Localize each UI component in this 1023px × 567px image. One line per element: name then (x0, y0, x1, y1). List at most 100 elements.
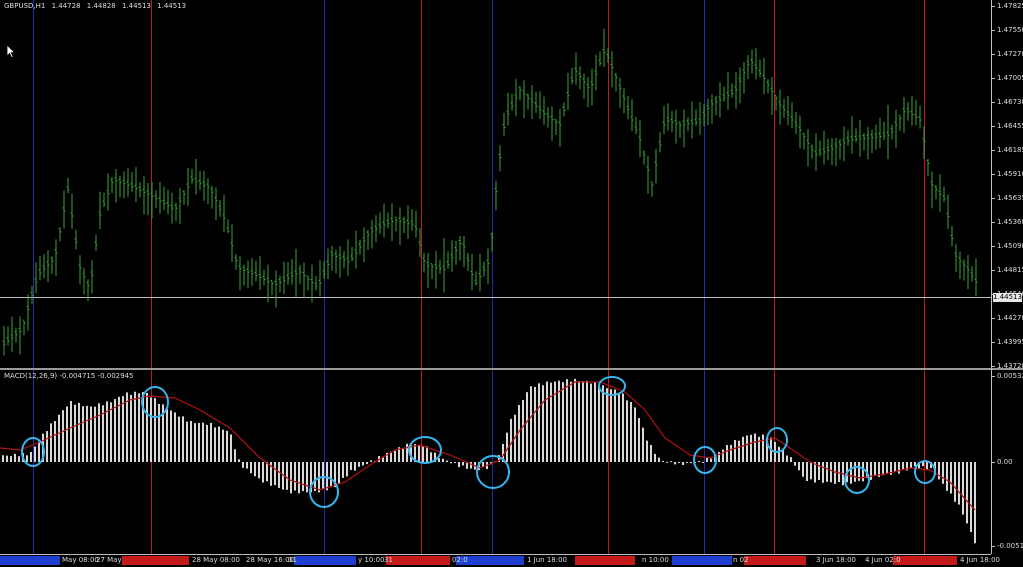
price-bar (878, 117, 882, 149)
price-bar (50, 256, 54, 275)
macd-histogram-bar (166, 408, 168, 462)
price-chart-pane[interactable]: GBPUSD,H1 1.44728 1.44828 1.44513 1.4451… (0, 0, 991, 368)
macd-histogram-bar (746, 435, 748, 462)
macd-histogram-bar (350, 462, 352, 471)
price-bar (738, 67, 742, 104)
price-bar (214, 187, 218, 220)
macd-tick-label: 0.00532 (992, 372, 1023, 381)
price-bar (346, 239, 350, 277)
price-tick-label: 1.47550 (992, 26, 1023, 35)
macd-histogram-bar (526, 392, 528, 462)
price-bar (410, 208, 414, 231)
price-bar (250, 258, 254, 287)
macd-histogram-bar (50, 423, 52, 462)
price-bar (238, 256, 242, 291)
price-bar (822, 130, 826, 165)
macd-histogram-bar (110, 402, 112, 462)
macd-histogram-bar (118, 396, 120, 462)
macd-histogram-bar (90, 406, 92, 462)
price-bar (170, 192, 174, 224)
macd-indicator-pane[interactable]: MACD(12,26,9) -0.004715 -0.002945 (0, 370, 991, 554)
price-bar (694, 109, 698, 126)
time-axis[interactable]: May 08:00 27 May 28 May 08:00 28 May 16:00 3… (0, 554, 1000, 567)
price-bar (370, 219, 374, 249)
price-bar (306, 275, 310, 291)
macd-histogram-bar (850, 462, 852, 484)
price-bar (546, 107, 550, 128)
macd-histogram-bar (146, 392, 148, 462)
macd-histogram-bar (82, 406, 84, 462)
price-bar (206, 178, 210, 204)
price-bar (850, 115, 854, 154)
macd-histogram-bar (814, 462, 816, 483)
macd-histogram-bar (442, 458, 444, 462)
macd-histogram-bar (98, 403, 100, 462)
price-bar (2, 325, 6, 356)
time-axis-label: 31 (384, 556, 393, 564)
price-bar (442, 237, 446, 293)
macd-histogram-bar (522, 400, 524, 462)
bid-price-label: 1.44513 (993, 293, 1022, 302)
price-bar (922, 126, 926, 159)
price-bar (766, 79, 770, 94)
macd-histogram-bar (274, 462, 276, 486)
macd-histogram-bar (294, 462, 296, 491)
chart-window[interactable]: GBPUSD,H1 1.44728 1.44828 1.44513 1.4451… (0, 0, 1023, 567)
macd-histogram-bar (202, 422, 204, 462)
price-bar (818, 140, 822, 157)
price-bar (278, 275, 282, 293)
macd-histogram-bar (650, 445, 652, 462)
macd-histogram-bar (750, 434, 752, 462)
macd-histogram-bar (546, 381, 548, 462)
macd-plot[interactable] (0, 370, 991, 554)
price-bar (434, 250, 438, 289)
price-bar (670, 110, 674, 133)
macd-histogram-bar (14, 453, 16, 462)
price-bar (666, 103, 670, 131)
price-bar (858, 120, 862, 157)
macd-histogram-bar (58, 414, 60, 462)
price-bar (686, 117, 690, 132)
macd-histogram-bar (598, 386, 600, 462)
macd-histogram-bar (86, 405, 88, 462)
macd-histogram-bar (54, 421, 56, 462)
price-bar (366, 230, 370, 250)
time-axis-label: 4 Jun 02:0 (865, 556, 901, 564)
price-tick-label: 1.47270 (992, 50, 1023, 59)
price-bar (614, 73, 618, 92)
price-bar (398, 207, 402, 245)
macd-histogram-bar (662, 460, 664, 462)
macd-histogram-bar (898, 462, 900, 474)
price-scale[interactable]: 1.47825 1.47550 1.47270 1.47005 1.46730 1.464… (992, 0, 1023, 370)
session-marker (0, 556, 60, 565)
price-bar (950, 225, 954, 247)
price-plot[interactable] (0, 0, 991, 368)
price-bar (626, 95, 630, 120)
price-bar (522, 80, 526, 118)
price-bar (118, 175, 122, 198)
price-bar (10, 316, 14, 353)
price-bar (458, 236, 462, 261)
macd-histogram-bar (138, 393, 140, 462)
price-bar (914, 99, 918, 126)
macd-histogram-bar (970, 462, 972, 532)
macd-histogram-bar (698, 461, 700, 463)
macd-histogram-bar (2, 455, 4, 462)
price-bar (22, 319, 26, 336)
price-bar (246, 260, 250, 289)
price-bar (690, 101, 694, 139)
price-bar (198, 170, 202, 190)
macd-histogram-bar (358, 462, 360, 467)
macd-histogram-bar (330, 462, 332, 488)
price-bar (958, 251, 962, 280)
price-bar (642, 150, 646, 165)
macd-histogram-bar (550, 382, 552, 462)
macd-scale[interactable]: 0.00532 0.00 -0.00515 (992, 370, 1023, 554)
price-bar (790, 102, 794, 129)
price-bar (402, 216, 406, 234)
macd-histogram-bar (882, 462, 884, 476)
price-bar (202, 171, 206, 201)
macd-histogram-bar (938, 462, 940, 480)
macd-histogram-bar (250, 462, 252, 474)
price-bar (926, 159, 930, 176)
